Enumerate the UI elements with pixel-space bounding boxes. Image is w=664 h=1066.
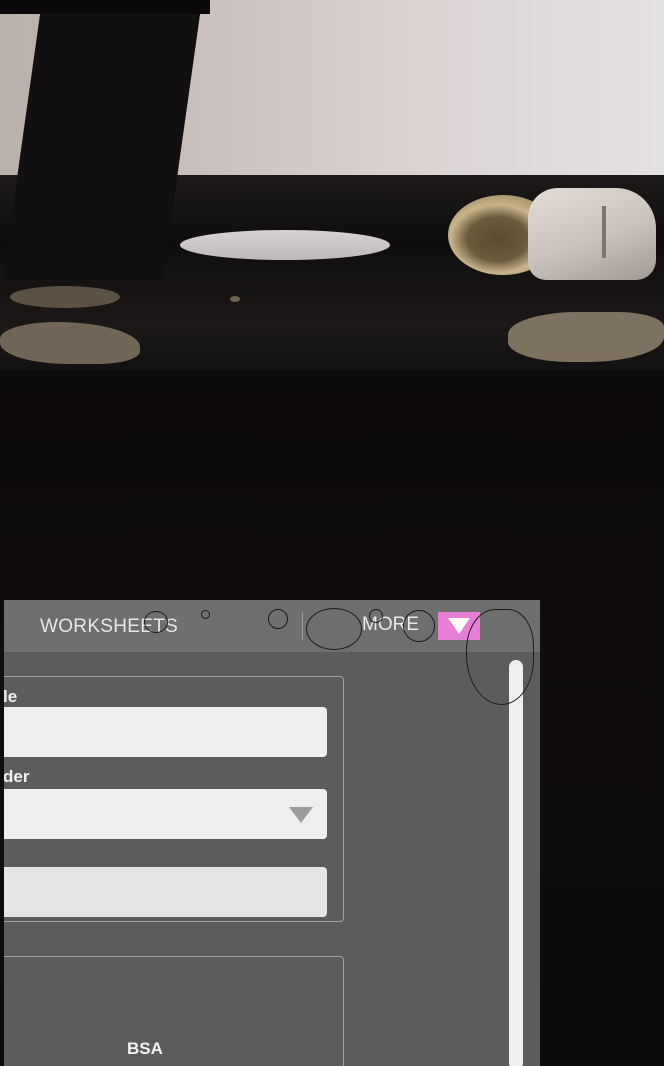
vertical-scrollbar[interactable] [509, 660, 523, 1066]
marker-circle [268, 609, 288, 629]
marker-circle [201, 610, 210, 619]
gender-select[interactable] [4, 789, 327, 839]
worn-paint [10, 286, 120, 308]
patient-form-panel: le der [4, 676, 344, 922]
chevron-down-icon [289, 807, 313, 823]
stand-opening [180, 230, 390, 260]
gender-label: der [4, 767, 30, 786]
text-field[interactable] [4, 867, 327, 917]
tab-divider [302, 612, 303, 640]
marker-circle [369, 609, 383, 623]
plastic-clip [528, 188, 656, 280]
title-field[interactable] [4, 707, 327, 757]
device-screen: WORKSHEETS MORE le der BSA [4, 600, 540, 1066]
worn-paint [508, 312, 664, 362]
plastic-clip-slot [602, 206, 606, 258]
triangle-down-icon [448, 618, 470, 634]
bsa-label: BSA [127, 1039, 163, 1058]
marker-circle [403, 610, 435, 642]
marker-circle [144, 611, 168, 633]
marker-circle [466, 609, 534, 705]
stand-top [0, 0, 210, 14]
title-label: le [4, 687, 18, 706]
bsa-panel: BSA [4, 956, 344, 1066]
marker-circle [306, 608, 362, 650]
worn-paint [230, 296, 240, 302]
